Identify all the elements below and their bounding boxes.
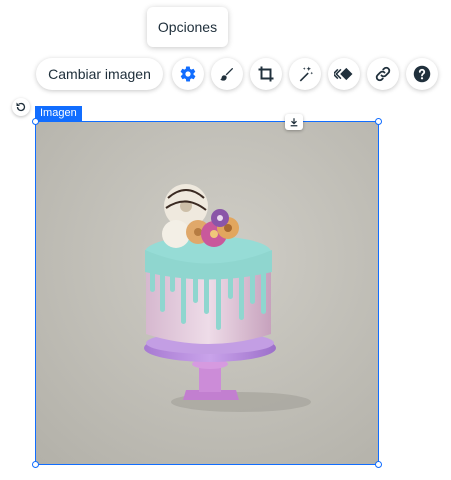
- help-icon: [413, 65, 431, 83]
- resize-handle-bottom-left[interactable]: [32, 461, 39, 468]
- animation-icon: [334, 67, 353, 81]
- link-icon: [375, 66, 391, 82]
- crop-icon: [258, 66, 274, 82]
- change-image-label: Cambiar imagen: [48, 66, 151, 82]
- component-label-tag: Imagen: [35, 106, 82, 121]
- tooltip-text: Opciones: [157, 19, 218, 35]
- resize-handle-top-right[interactable]: [375, 118, 382, 125]
- stretch-handle[interactable]: [285, 114, 303, 130]
- download-icon: [290, 118, 298, 127]
- rotate-handle[interactable]: [12, 98, 30, 116]
- resize-handle-top-left[interactable]: [32, 118, 39, 125]
- selection-frame: [35, 121, 379, 465]
- editor-canvas: Opciones Cambiar imagen Imagen: [0, 0, 451, 480]
- help-button[interactable]: [406, 58, 438, 90]
- link-button[interactable]: [367, 58, 399, 90]
- design-button[interactable]: [211, 58, 243, 90]
- options-tooltip: Opciones: [147, 7, 228, 47]
- settings-button[interactable]: [172, 58, 204, 90]
- rotate-icon: [16, 102, 26, 112]
- brush-icon: [220, 68, 233, 81]
- change-image-button[interactable]: Cambiar imagen: [36, 58, 163, 90]
- component-label: Imagen: [40, 107, 77, 119]
- gear-icon: [180, 66, 196, 82]
- resize-handle-bottom-right[interactable]: [375, 461, 382, 468]
- crop-button[interactable]: [250, 58, 282, 90]
- magic-wand-icon: [299, 66, 314, 82]
- enhance-button[interactable]: [289, 58, 321, 90]
- animation-button[interactable]: [328, 58, 360, 90]
